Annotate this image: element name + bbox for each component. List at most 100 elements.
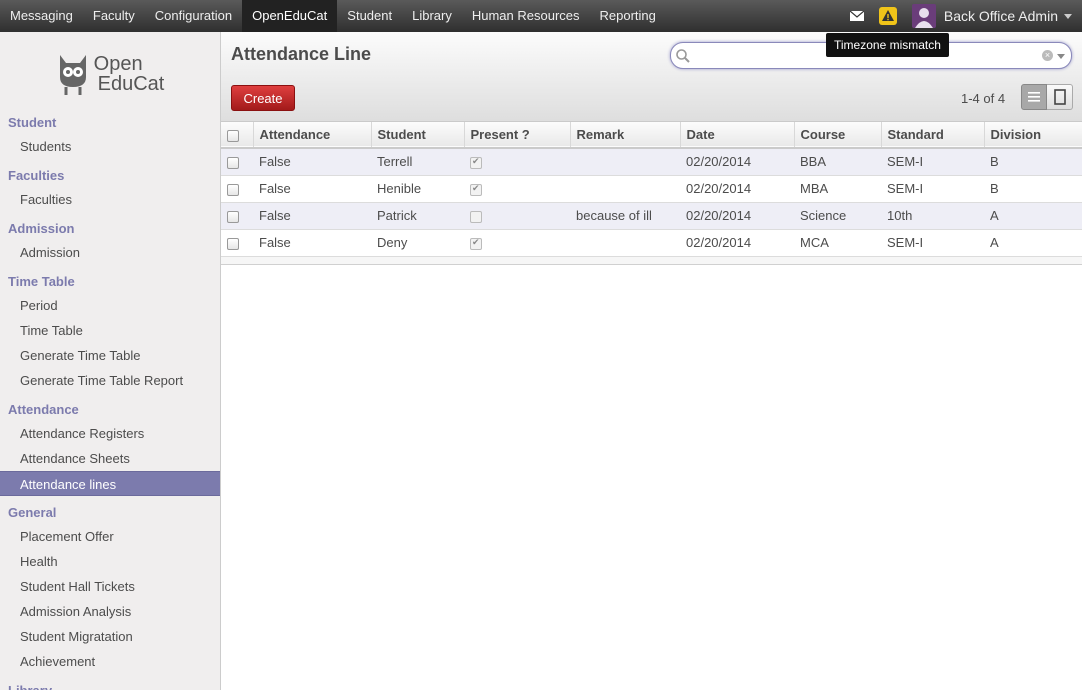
table-footer <box>221 256 1082 265</box>
sidebar-item-faculties[interactable]: Faculties <box>0 187 220 212</box>
menu-student[interactable]: Student <box>337 0 402 32</box>
table-row[interactable]: False Patrick because of ill 02/20/2014 Scie… <box>221 202 1082 229</box>
list-view-button[interactable] <box>1021 84 1047 110</box>
date-cell: 02/20/2014 <box>686 154 752 170</box>
attendance-cell: False <box>259 235 291 250</box>
row-checkbox[interactable] <box>227 210 239 223</box>
row-checkbox[interactable] <box>227 183 239 196</box>
avatar <box>911 4 936 28</box>
col-date[interactable]: Date <box>679 122 794 148</box>
remark-cell <box>570 175 680 202</box>
mail-icon[interactable] <box>842 0 872 32</box>
row-select-cell <box>221 202 253 229</box>
sidebar-item-student-hall-tickets[interactable]: Student Hall Tickets <box>0 574 220 599</box>
date-cell: 02/20/2014 <box>686 181 752 196</box>
attendance-cell: False <box>259 208 291 223</box>
sidebar-item-time-table[interactable]: Time Table <box>0 318 220 343</box>
page-title: Attendance Line <box>231 44 372 64</box>
clear-search-icon[interactable]: × <box>1042 50 1053 61</box>
course-cell: MCA <box>800 235 829 250</box>
division-cell: B <box>990 181 999 196</box>
top-menu: Messaging Faculty Configuration OpenEduC… <box>0 0 666 32</box>
col-standard[interactable]: Standard <box>880 122 984 148</box>
col-student[interactable]: Student <box>370 122 464 148</box>
select-all-checkbox[interactable] <box>227 129 239 142</box>
col-remark[interactable]: Remark <box>569 122 680 148</box>
remark-cell: because of ill <box>576 208 652 223</box>
present-cell <box>464 148 570 175</box>
logo[interactable]: Open EduCat <box>0 42 220 106</box>
form-icon <box>1053 89 1066 105</box>
table-header-row: Attendance Student Present ? Remark Date… <box>221 122 1082 148</box>
menu-reporting[interactable]: Reporting <box>590 0 666 32</box>
sidebar-section-title: Library <box>0 680 220 690</box>
standard-cell: SEM-I <box>887 235 924 250</box>
table-row[interactable]: False Henible 02/20/2014 MBA SEM-I B <box>221 175 1082 202</box>
sidebar-item-generate-time-table-report[interactable]: Generate Time Table Report <box>0 368 220 393</box>
date-cell: 02/20/2014 <box>686 208 752 223</box>
menu-messaging[interactable]: Messaging <box>0 0 83 32</box>
owl-logo-icon <box>59 55 86 95</box>
sidebar-item-admission-analysis[interactable]: Admission Analysis <box>0 599 220 624</box>
row-checkbox[interactable] <box>227 237 239 250</box>
sidebar-section-title: Admission <box>8 221 75 236</box>
search-icon <box>675 48 691 67</box>
menu-library[interactable]: Library <box>402 0 462 32</box>
division-cell: A <box>990 208 999 223</box>
student-cell: Henible <box>377 181 422 196</box>
sidebar-item-attendance-sheets[interactable]: Attendance Sheets <box>0 446 220 471</box>
view-switcher <box>1021 84 1073 110</box>
remark-cell <box>570 148 680 175</box>
sidebar-item-admission[interactable]: Admission <box>0 240 220 265</box>
form-view-button[interactable] <box>1047 84 1073 110</box>
sidebar-section-title: Faculties <box>8 168 65 183</box>
user-menu[interactable]: Back Office Admin <box>911 0 1082 32</box>
menu-configuration[interactable]: Configuration <box>145 0 242 32</box>
chevron-down-icon <box>1064 13 1072 19</box>
control-panel: Attendance Line × Create 1-4 of 4 <box>221 32 1082 122</box>
col-present[interactable]: Present ? <box>463 122 570 148</box>
logo-text: Open EduCat <box>93 53 165 95</box>
course-cell: MBA <box>800 181 829 196</box>
sidebar-item-health[interactable]: Health <box>0 549 220 574</box>
warning-icon[interactable] <box>876 0 900 32</box>
present-checkbox <box>470 183 482 196</box>
sidebar-item-student-migratation[interactable]: Student Migratation <box>0 624 220 649</box>
sidebar: Open EduCat Student Students Faculties Facu… <box>0 32 221 690</box>
col-course[interactable]: Course <box>793 122 881 148</box>
sidebar-section-title: Time Table <box>8 274 75 289</box>
sidebar-item-students[interactable]: Students <box>0 134 220 159</box>
row-checkbox[interactable] <box>227 156 239 169</box>
present-checkbox <box>470 210 482 223</box>
col-attendance[interactable]: Attendance <box>252 122 371 148</box>
col-division[interactable]: Division <box>983 122 1082 148</box>
sidebar-item-period[interactable]: Period <box>0 293 220 318</box>
present-cell <box>464 202 570 229</box>
attendance-cell: False <box>259 181 291 196</box>
top-right-area: Back Office Admin <box>842 0 1082 32</box>
sidebar-item-attendance-lines[interactable]: Attendance lines <box>0 471 220 496</box>
menu-human-resources[interactable]: Human Resources <box>462 0 590 32</box>
table-row[interactable]: False Deny 02/20/2014 MCA SEM-I A <box>221 229 1082 256</box>
table-body: False Terrell 02/20/2014 BBA SEM-I B False Heni… <box>221 148 1082 256</box>
sidebar-item-achievement[interactable]: Achievement <box>0 649 220 674</box>
present-checkbox <box>470 237 482 250</box>
create-button[interactable]: Create <box>231 85 295 111</box>
sidebar-item-generate-time-table[interactable]: Generate Time Table <box>0 343 220 368</box>
present-checkbox <box>470 156 482 169</box>
menu-openeducat[interactable]: OpenEduCat <box>242 0 338 32</box>
menu-faculty[interactable]: Faculty <box>83 0 145 32</box>
table-row[interactable]: False Terrell 02/20/2014 BBA SEM-I B <box>221 148 1082 175</box>
sidebar-item-attendance-registers[interactable]: Attendance Registers <box>0 421 220 446</box>
sidebar-item-placement-offer[interactable]: Placement Offer <box>0 524 220 549</box>
standard-cell: 10th <box>887 208 913 223</box>
timezone-tooltip: Timezone mismatch <box>826 33 949 57</box>
present-cell <box>464 175 570 202</box>
attendance-cell: False <box>259 154 291 170</box>
remark-cell <box>570 229 680 256</box>
division-cell: B <box>990 154 999 170</box>
pager-value[interactable]: 1-4 of 4 <box>961 91 1005 106</box>
search-options-dropdown-icon[interactable] <box>1057 54 1065 59</box>
present-cell <box>464 229 570 256</box>
course-cell: BBA <box>800 154 827 170</box>
